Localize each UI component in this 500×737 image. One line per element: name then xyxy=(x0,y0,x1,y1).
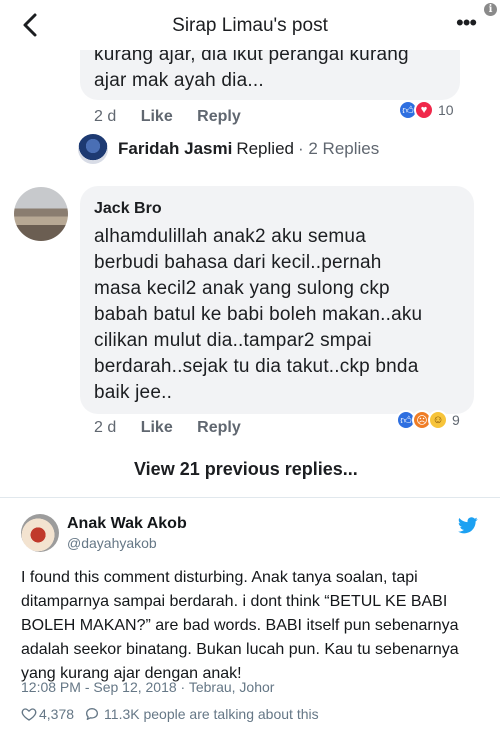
info-icon[interactable]: i xyxy=(484,3,497,16)
facebook-screenshot: kurang ajar, dia ikut perangai kurang aj… xyxy=(0,0,500,498)
comment-text-line: masa kecil2 anak yang sulong ckp xyxy=(94,278,390,299)
tweet-text: I found this comment disturbing. Anak ta… xyxy=(21,566,481,686)
post-header: Sirap Limau's post ••• i xyxy=(0,0,500,50)
tweet-stats: 4,378 11.3K people are talking about thi… xyxy=(21,706,319,722)
comment-age: 2 d xyxy=(94,419,117,436)
comment-text-line: babah batul ke babi boleh makan..aku xyxy=(94,304,423,325)
replied-row[interactable]: Faridah Jasmi Replied · 2 Replies xyxy=(78,134,379,164)
haha-icon: ☺ xyxy=(428,410,448,430)
comment-text-line: alhamdulillah anak2 aku semua xyxy=(94,226,366,247)
like-count: 4,378 xyxy=(39,706,75,722)
more-options-icon[interactable]: ••• xyxy=(456,12,477,34)
comment-age: 2 d xyxy=(94,108,117,125)
like-button[interactable]: Like xyxy=(141,419,173,436)
reply-button[interactable]: Reply xyxy=(197,419,241,436)
tweet-text-line: adalah seekor binatang. Bukan lucah pun.… xyxy=(21,641,459,658)
tweet-timestamp[interactable]: 12:08 PM - Sep 12, 2018 · Tebrau, Johor xyxy=(21,679,274,695)
tweet-text-line: ditamparnya sampai berdarah. i dont thin… xyxy=(21,593,448,610)
reaction-summary[interactable]: 👍︎ ♥ 10 xyxy=(398,100,454,120)
tweet-text-line: BOLEH MAKAN?” are bad words. BABI itself… xyxy=(21,617,459,634)
heart-icon[interactable] xyxy=(21,706,37,722)
twitter-bird-icon[interactable] xyxy=(458,517,478,534)
avatar xyxy=(78,134,108,164)
replied-label: Replied xyxy=(236,139,294,158)
view-previous-replies-link[interactable]: View 21 previous replies... xyxy=(134,459,358,480)
avatar[interactable] xyxy=(21,514,59,552)
comment-bubble-icon[interactable] xyxy=(84,706,100,722)
talking-count[interactable]: 11.3K people are talking about this xyxy=(104,706,319,722)
replies-count: · 2 Replies xyxy=(297,139,380,158)
commenter-name[interactable]: Jack Bro xyxy=(94,200,162,218)
comment-text-line: ajar mak ayah dia... xyxy=(94,70,264,91)
comment-bubble: Jack Bro alhamdulillah anak2 aku semua b… xyxy=(80,186,474,414)
avatar[interactable] xyxy=(14,187,68,241)
reply-button[interactable]: Reply xyxy=(197,108,241,125)
reaction-count: 10 xyxy=(438,102,454,118)
tweet-author-name[interactable]: Anak Wak Akob xyxy=(67,515,187,533)
tweet-text-line: I found this comment disturbing. Anak ta… xyxy=(21,569,418,586)
comment-text-line: cilikan mulut dia..tampar2 smpai xyxy=(94,330,372,351)
comment-text-line: baik jee.. xyxy=(94,382,173,403)
comment-text-line: berbudi bahasa dari kecil..pernah xyxy=(94,252,382,273)
replier-name: Faridah Jasmi xyxy=(118,139,233,158)
post-title: Sirap Limau's post xyxy=(172,15,328,36)
comment-actions: 2 d Like Reply xyxy=(94,108,261,126)
reaction-count: 9 xyxy=(452,412,460,428)
reaction-summary[interactable]: 👍︎ ☹ ☺ 9 xyxy=(396,410,460,430)
comment-text-line: berdarah..sejak tu dia takut..ckp bnda xyxy=(94,356,419,377)
comment-actions: 2 d Like Reply xyxy=(94,419,261,437)
love-icon: ♥ xyxy=(414,100,434,120)
like-button[interactable]: Like xyxy=(141,108,173,125)
tweet-author-handle[interactable]: @dayahyakob xyxy=(67,535,157,551)
